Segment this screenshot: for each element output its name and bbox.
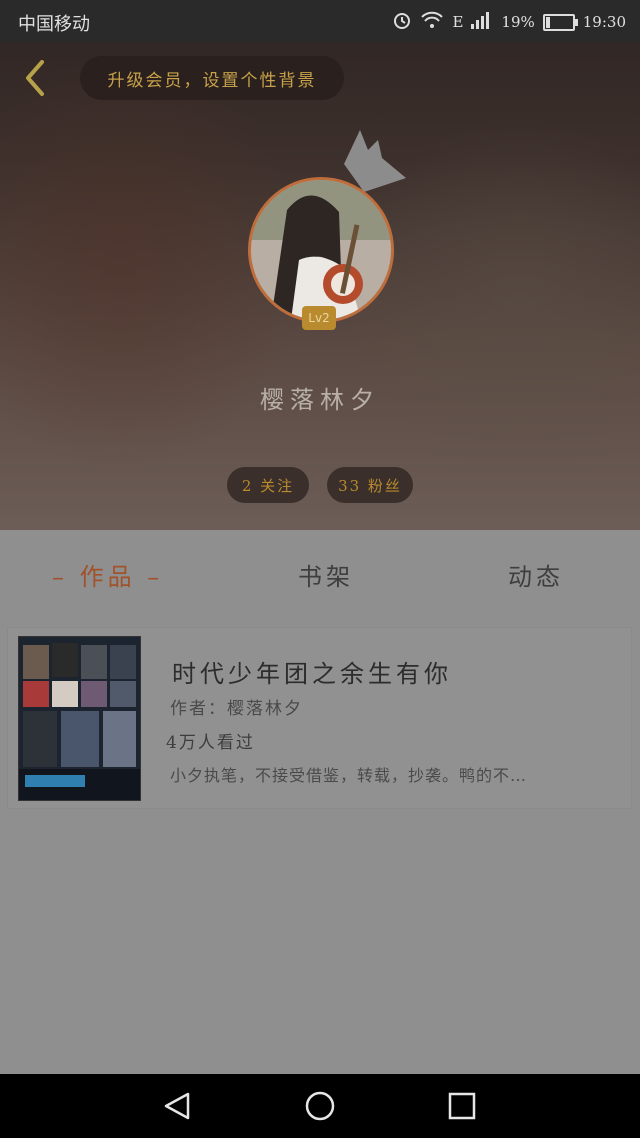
following-count-button[interactable]: 2 关注 — [227, 467, 309, 503]
upgrade-vip-banner[interactable]: 升级会员，设置个性背景 — [80, 56, 344, 100]
battery-level-fill — [545, 16, 551, 28]
status-indicators: E 19% 19:30 — [392, 10, 626, 34]
circle-home-icon — [305, 1091, 335, 1121]
back-button[interactable] — [14, 56, 58, 100]
profile-tabs: – 作品 – 书架 动态 — [0, 530, 640, 620]
avatar[interactable] — [248, 177, 394, 323]
wifi-icon — [420, 11, 444, 33]
username: 樱落林夕 — [260, 386, 380, 414]
book-summary: 小夕执笔，不接受借鉴，转载，抄袭。鸭的不… — [170, 766, 528, 785]
network-type: E — [452, 13, 464, 31]
chevron-left-icon — [26, 60, 44, 96]
clock: 19:30 — [582, 13, 626, 31]
profile-header: 中国移动 E 19% 19:30 升级会员，设置个性背景 Lv2 樱落林夕 2 … — [0, 0, 640, 530]
level-badge: Lv2 — [302, 306, 336, 330]
book-reader-count: 4万人看过 — [166, 733, 255, 753]
triangle-back-icon — [164, 1092, 190, 1120]
book-cover-image — [19, 637, 140, 800]
battery-icon — [542, 13, 578, 31]
system-nav-bar — [0, 1074, 640, 1138]
fans-count-button[interactable]: 33 粉丝 — [327, 467, 413, 503]
nav-back-button[interactable] — [162, 1090, 194, 1122]
book-title[interactable]: 时代少年团之余生有你 — [172, 654, 452, 689]
status-bar: 中国移动 E 19% 19:30 — [0, 0, 640, 42]
tab-works[interactable]: – 作品 – — [52, 557, 163, 592]
battery-percent: 19% — [501, 13, 535, 31]
book-card[interactable]: 时代少年团之余生有你 作者：樱落林夕 4万人看过 小夕执笔，不接受借鉴，转载，抄… — [8, 628, 631, 808]
nav-home-button[interactable] — [304, 1090, 336, 1122]
tab-feed[interactable]: 动态 — [508, 557, 564, 592]
book-author: 作者：樱落林夕 — [170, 699, 303, 719]
signal-icon — [471, 11, 493, 33]
book-cover[interactable] — [18, 636, 141, 801]
nav-recent-button[interactable] — [446, 1090, 478, 1122]
square-recent-icon — [448, 1092, 476, 1120]
avatar-image — [251, 180, 391, 320]
carrier-name: 中国移动 — [18, 14, 90, 35]
alarm-icon — [392, 10, 412, 34]
tab-bookshelf[interactable]: 书架 — [298, 557, 354, 592]
